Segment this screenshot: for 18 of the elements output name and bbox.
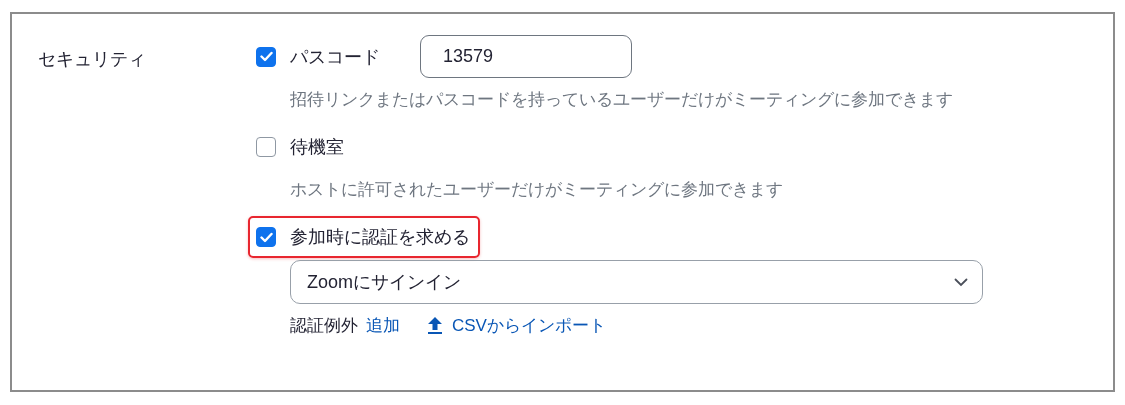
checkbox[interactable] xyxy=(256,227,276,247)
check-icon xyxy=(259,231,273,243)
upload-icon xyxy=(428,317,442,334)
chevron-down-icon xyxy=(954,277,968,287)
exceptions-label: 認証例外 xyxy=(290,315,358,337)
option-description: ホストに許可されたユーザーだけがミーティングに参加できます xyxy=(290,179,784,201)
option-label: パスコード xyxy=(290,45,380,69)
import-link[interactable]: CSVからインポート xyxy=(452,314,606,337)
add-link[interactable]: 追加 xyxy=(366,314,400,337)
option-label: 参加時に認証を求める xyxy=(290,226,470,249)
check-icon xyxy=(259,51,273,62)
passcode-field[interactable]: 13579 xyxy=(420,35,632,78)
section-label: セキュリティ xyxy=(38,48,147,71)
sign-in-dropdown[interactable]: Zoomにサインイン xyxy=(290,260,983,304)
checkbox[interactable] xyxy=(256,137,276,157)
checkbox[interactable] xyxy=(256,46,276,67)
option-description: 招待リンクまたはパスコードを持っているユーザーだけがミーティングに参加できます xyxy=(290,89,954,111)
option-label: 待機室 xyxy=(290,136,344,159)
